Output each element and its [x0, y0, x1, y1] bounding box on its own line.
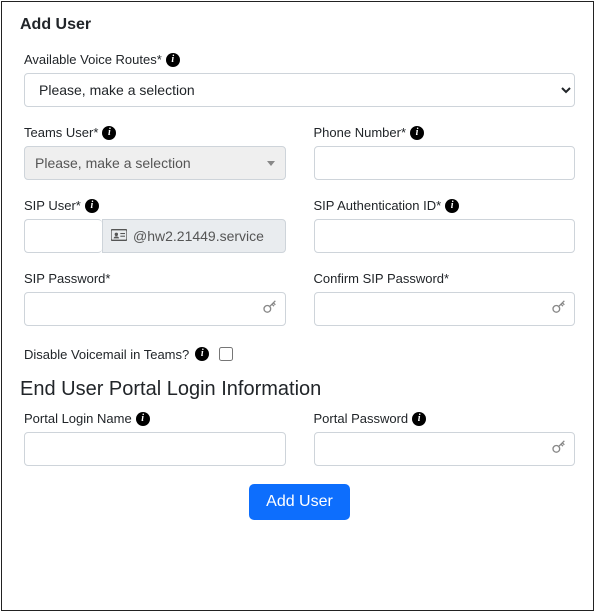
voice-routes-label-text: Available Voice Routes*	[24, 52, 162, 67]
voice-routes-field: Available Voice Routes* i Please, make a…	[24, 52, 575, 107]
portal-password-label: Portal Password i	[314, 411, 576, 426]
teams-user-placeholder: Please, make a selection	[35, 155, 191, 171]
info-icon[interactable]: i	[410, 126, 424, 140]
sip-auth-id-field: SIP Authentication ID* i	[314, 198, 576, 253]
sip-auth-id-label-text: SIP Authentication ID*	[314, 198, 442, 213]
sip-user-input-group: @hw2.21449.service	[24, 219, 286, 253]
sip-user-label: SIP User* i	[24, 198, 286, 213]
teams-user-label: Teams User* i	[24, 125, 286, 140]
info-icon[interactable]: i	[85, 199, 99, 213]
sip-user-field: SIP User* i @hw2.21449.service	[24, 198, 286, 253]
teams-user-label-text: Teams User*	[24, 125, 98, 140]
portal-login-field: Portal Login Name i	[24, 411, 286, 466]
sip-user-input[interactable]	[24, 219, 102, 253]
confirm-sip-password-field: Confirm SIP Password*	[314, 271, 576, 326]
dialog-title: Add User	[20, 16, 575, 34]
info-icon[interactable]: i	[445, 199, 459, 213]
confirm-sip-password-label-text: Confirm SIP Password*	[314, 271, 450, 286]
voice-routes-label: Available Voice Routes* i	[24, 52, 575, 67]
add-user-dialog: Add User Available Voice Routes* i Pleas…	[1, 1, 594, 611]
info-icon[interactable]: i	[102, 126, 116, 140]
submit-row: Add User	[24, 484, 575, 520]
chevron-down-icon	[267, 161, 275, 166]
teams-user-field: Teams User* i Please, make a selection	[24, 125, 286, 180]
phone-number-input[interactable]	[314, 146, 576, 180]
add-user-button[interactable]: Add User	[249, 484, 350, 520]
info-icon[interactable]: i	[412, 412, 426, 426]
info-icon[interactable]: i	[136, 412, 150, 426]
sip-password-field: SIP Password*	[24, 271, 286, 326]
sip-password-label-text: SIP Password*	[24, 271, 110, 286]
portal-section-heading: End User Portal Login Information	[20, 378, 575, 401]
form-area: Available Voice Routes* i Please, make a…	[20, 52, 575, 520]
portal-password-label-text: Portal Password	[314, 411, 409, 426]
portal-password-field: Portal Password i	[314, 411, 576, 466]
info-icon[interactable]: i	[195, 347, 209, 361]
phone-number-label-text: Phone Number*	[314, 125, 407, 140]
disable-voicemail-label: Disable Voicemail in Teams?	[24, 347, 189, 362]
portal-password-input[interactable]	[314, 432, 576, 466]
phone-number-field: Phone Number* i	[314, 125, 576, 180]
disable-voicemail-checkbox[interactable]	[219, 347, 233, 361]
disable-voicemail-row: Disable Voicemail in Teams? i	[24, 344, 575, 364]
sip-password-input[interactable]	[24, 292, 286, 326]
confirm-sip-password-label: Confirm SIP Password*	[314, 271, 576, 286]
portal-login-label: Portal Login Name i	[24, 411, 286, 426]
sip-password-label: SIP Password*	[24, 271, 286, 286]
sip-user-domain-text: @hw2.21449.service	[133, 228, 264, 244]
id-card-icon	[111, 228, 127, 245]
sip-auth-id-input[interactable]	[314, 219, 576, 253]
info-icon[interactable]: i	[166, 53, 180, 67]
teams-user-select[interactable]: Please, make a selection	[24, 146, 286, 180]
portal-login-label-text: Portal Login Name	[24, 411, 132, 426]
sip-user-label-text: SIP User*	[24, 198, 81, 213]
portal-login-input[interactable]	[24, 432, 286, 466]
voice-routes-select[interactable]: Please, make a selection	[24, 73, 575, 107]
sip-user-domain: @hw2.21449.service	[102, 219, 286, 253]
phone-number-label: Phone Number* i	[314, 125, 576, 140]
confirm-sip-password-input[interactable]	[314, 292, 576, 326]
sip-auth-id-label: SIP Authentication ID* i	[314, 198, 576, 213]
